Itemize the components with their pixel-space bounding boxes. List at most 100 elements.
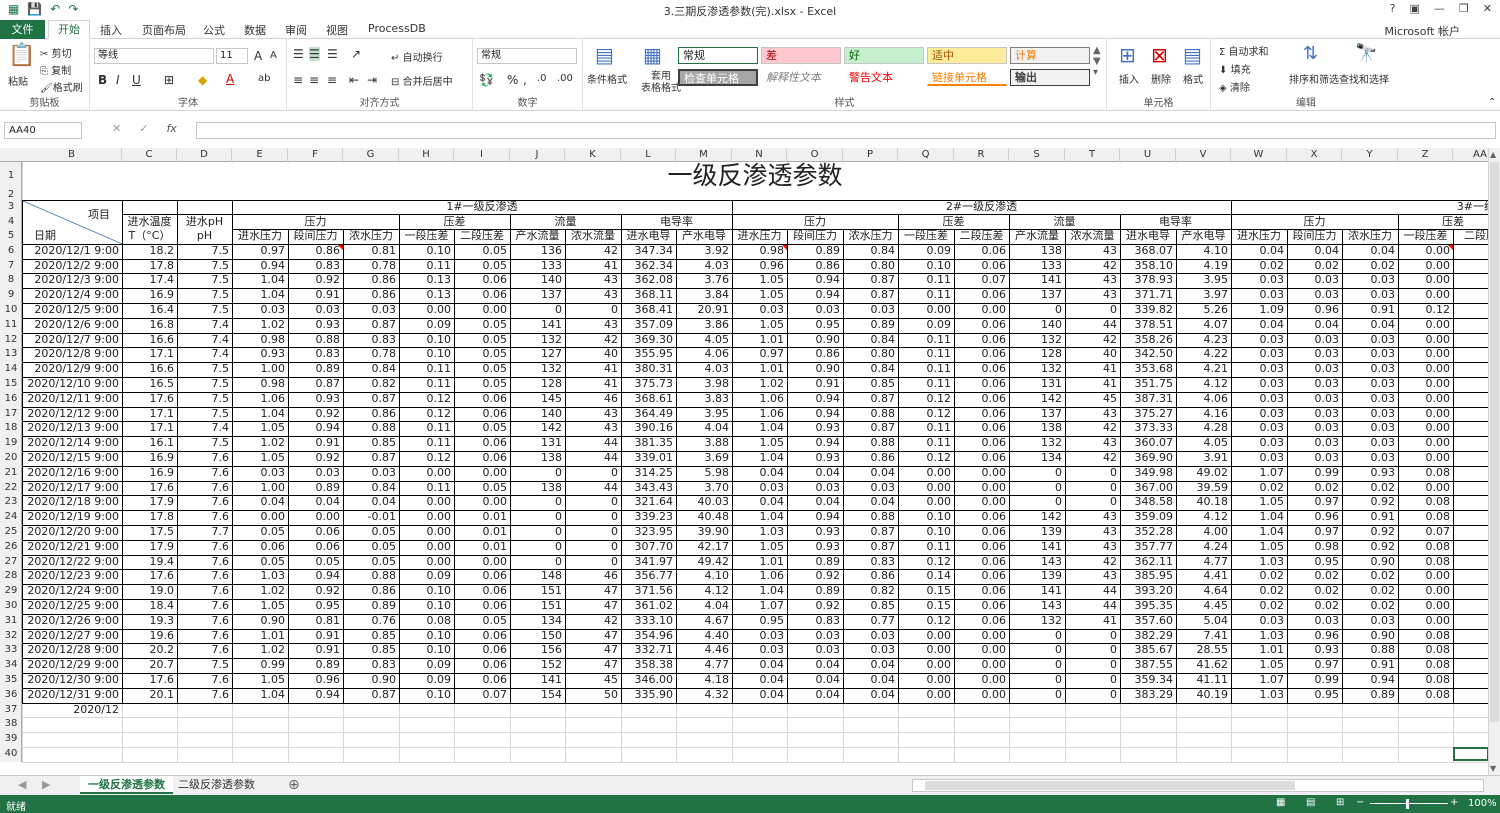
data-cell[interactable]: 0.10 xyxy=(399,584,452,599)
tab-review[interactable]: 审阅 xyxy=(285,22,307,38)
data-cell[interactable]: 1.01 xyxy=(1231,643,1285,658)
decrease-indent-icon[interactable]: ⇤ xyxy=(349,73,359,87)
row-header[interactable]: 3 xyxy=(0,200,22,214)
header-unit3[interactable]: 3#一级反 xyxy=(1233,200,1488,214)
data-cell[interactable]: 18.4 xyxy=(122,599,175,614)
header-group[interactable]: 流量 xyxy=(512,214,619,229)
data-cell[interactable]: 1.09 xyxy=(1231,303,1285,318)
data-cell[interactable]: 0.06 xyxy=(288,525,341,540)
data-cell[interactable]: 0 xyxy=(1009,673,1062,688)
decrease-decimal-icon[interactable]: .00 xyxy=(557,73,573,84)
data-cell[interactable]: 0.96 xyxy=(1287,510,1340,525)
name-box[interactable]: AA40 xyxy=(4,122,82,139)
data-cell[interactable]: 0.06 xyxy=(954,569,1007,584)
delete-cells-button[interactable]: 删除 xyxy=(1151,71,1171,86)
data-cell[interactable]: 16.1 xyxy=(122,436,175,451)
data-cell[interactable]: 0.00 xyxy=(1398,392,1451,407)
data-cell[interactable]: 0.84 xyxy=(343,362,397,377)
data-cell[interactable]: 0.86 xyxy=(288,244,341,259)
data-cell[interactable]: 383.29 xyxy=(1120,688,1174,703)
data-cell[interactable]: 7.6 xyxy=(177,451,230,466)
header-subcolumn[interactable]: 产水电导率us/cm xyxy=(676,229,732,244)
data-cell[interactable]: 17.6 xyxy=(122,569,175,584)
fill-color-icon[interactable]: ◆ xyxy=(198,73,207,87)
data-cell[interactable]: 2020/12/29 9:00 xyxy=(22,658,119,673)
data-cell[interactable]: 0.00 xyxy=(898,495,952,510)
data-cell[interactable]: 0.87 xyxy=(843,421,896,436)
data-cell[interactable]: 0.10 xyxy=(399,688,452,703)
data-cell[interactable]: 0.06 xyxy=(454,658,508,673)
header-unit2[interactable]: 2#一级反渗透 xyxy=(734,200,1229,214)
data-cell[interactable]: 0.88 xyxy=(843,510,896,525)
data-cell[interactable]: 0.09 xyxy=(399,658,452,673)
data-cell[interactable]: 0.02 xyxy=(1342,599,1396,614)
data-cell[interactable]: 0.03 xyxy=(843,629,896,644)
data-cell[interactable]: 0.12 xyxy=(898,614,952,629)
scroll-up-icon[interactable]: ▲ xyxy=(1490,150,1496,159)
column-header[interactable]: D xyxy=(177,148,232,162)
data-cell[interactable]: 0.86 xyxy=(343,584,397,599)
data-cell[interactable]: 0.04 xyxy=(787,673,841,688)
data-cell[interactable]: 0.06 xyxy=(454,584,508,599)
data-cell[interactable]: 44 xyxy=(1065,584,1117,599)
data-cell[interactable]: 0 xyxy=(510,525,562,540)
data-cell[interactable]: 1.07 xyxy=(1231,466,1285,481)
data-cell[interactable]: 7.6 xyxy=(177,643,230,658)
header-group[interactable]: 电导率 xyxy=(1122,214,1229,229)
data-cell[interactable]: 0.00 xyxy=(1398,333,1451,348)
column-header[interactable]: M xyxy=(676,148,732,162)
data-cell[interactable]: 0.93 xyxy=(288,392,341,407)
data-cell[interactable]: 141 xyxy=(1009,584,1062,599)
data-cell[interactable]: 16.9 xyxy=(122,451,175,466)
data-cell[interactable]: 7.5 xyxy=(177,259,230,274)
insert-cells-icon[interactable]: ⊞ xyxy=(1119,43,1136,67)
data-cell[interactable]: 0.10 xyxy=(399,333,452,348)
data-cell[interactable]: 1.05 xyxy=(732,436,785,451)
style-good[interactable]: 好 xyxy=(844,47,924,64)
data-cell[interactable]: 0.09 xyxy=(399,569,452,584)
column-header[interactable]: F xyxy=(288,148,343,162)
data-cell[interactable]: 18.2 xyxy=(122,244,175,259)
data-cell[interactable]: 1.05 xyxy=(1231,658,1285,673)
data-cell[interactable]: 0.06 xyxy=(954,451,1007,466)
data-cell[interactable]: 4.41 xyxy=(1176,569,1229,584)
data-cell[interactable]: 0 xyxy=(1009,629,1062,644)
column-header[interactable]: V xyxy=(1176,148,1231,162)
column-header[interactable]: AA xyxy=(1453,148,1488,162)
header-ph-unit[interactable]: pH xyxy=(179,229,230,244)
data-cell[interactable]: 0.13 xyxy=(399,288,452,303)
data-cell[interactable]: 0.89 xyxy=(288,362,341,377)
data-cell[interactable]: 0.04 xyxy=(232,495,286,510)
data-cell[interactable]: 0.94 xyxy=(1342,673,1396,688)
data-cell[interactable]: 151 xyxy=(510,599,562,614)
data-cell[interactable]: 4.10 xyxy=(676,569,730,584)
data-cell[interactable]: 0 xyxy=(510,495,562,510)
data-cell[interactable]: 353.68 xyxy=(1120,362,1174,377)
data-cell[interactable]: 0.91 xyxy=(288,288,341,303)
header-subcolumn[interactable]: 段间压力Mpa xyxy=(288,229,343,244)
data-cell[interactable]: 0.06 xyxy=(954,362,1007,377)
data-cell[interactable]: 0.00 xyxy=(1398,362,1451,377)
data-cell[interactable]: 43 xyxy=(1065,244,1117,259)
column-header[interactable]: G xyxy=(343,148,399,162)
data-cell[interactable]: 0.90 xyxy=(787,333,841,348)
data-cell[interactable]: 0.06 xyxy=(288,540,341,555)
formula-input[interactable] xyxy=(196,122,1496,139)
data-cell[interactable]: 0.10 xyxy=(399,244,452,259)
data-cell[interactable]: 0.92 xyxy=(288,584,341,599)
data-cell[interactable]: 7.4 xyxy=(177,333,230,348)
data-cell[interactable]: 0.03 xyxy=(1287,451,1340,466)
data-cell[interactable]: 0.11 xyxy=(399,421,452,436)
data-cell[interactable]: 138 xyxy=(510,451,562,466)
data-cell[interactable]: 0 xyxy=(565,495,618,510)
data-cell[interactable]: 0.04 xyxy=(843,688,896,703)
data-cell[interactable]: 0.88 xyxy=(1342,643,1396,658)
data-cell[interactable]: 42.17 xyxy=(676,540,730,555)
data-cell[interactable]: 0.08 xyxy=(399,614,452,629)
data-cell[interactable]: 0.91 xyxy=(1342,658,1396,673)
data-cell[interactable]: 7.6 xyxy=(177,569,230,584)
data-cell[interactable]: 140 xyxy=(1009,318,1062,333)
data-cell[interactable]: 1.05 xyxy=(732,318,785,333)
data-cell[interactable]: 0 xyxy=(510,540,562,555)
row-header[interactable]: 33 xyxy=(0,643,22,658)
